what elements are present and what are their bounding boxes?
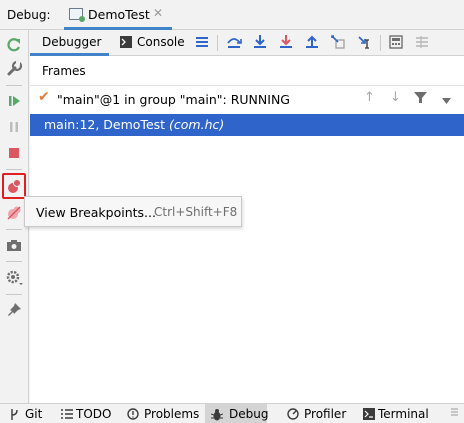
- tool-terminal[interactable]: Terminal: [361, 404, 437, 423]
- step-out-icon[interactable]: [304, 34, 320, 50]
- thread-running-icon: ✔: [38, 89, 50, 105]
- layout-icon[interactable]: [194, 34, 210, 50]
- arrow-down-icon[interactable]: ↓: [390, 90, 401, 105]
- resume-icon[interactable]: [3, 90, 25, 112]
- pin-icon[interactable]: [3, 299, 25, 321]
- bug-icon: [211, 409, 223, 421]
- thread-label: "main"@1 in group "main": RUNNING: [57, 92, 290, 107]
- thread-selector[interactable]: ✔ "main"@1 in group "main": RUNNING ↑ ↓: [30, 86, 464, 112]
- rerun-icon[interactable]: [3, 34, 25, 56]
- tool-window-bar: Git TODO Problems Debug Profiler Termina…: [0, 403, 464, 423]
- tab-demotest-label: DemoTest: [88, 7, 150, 22]
- chevron-down-icon[interactable]: [442, 93, 451, 108]
- force-step-into-icon[interactable]: [278, 34, 294, 50]
- drop-frame-icon[interactable]: [330, 34, 346, 50]
- mute-breakpoints-icon[interactable]: [3, 202, 25, 224]
- wrench-icon[interactable]: [3, 58, 25, 80]
- todo-list-icon: [61, 409, 73, 419]
- resize-grip-icon[interactable]: [450, 406, 459, 420]
- tool-debug[interactable]: Debug: [205, 404, 268, 423]
- frames-title: Frames: [42, 64, 86, 78]
- tab-debugger[interactable]: Debugger: [30, 30, 109, 56]
- settings-icon[interactable]: [3, 266, 25, 288]
- view-breakpoints-tooltip: View Breakpoints... Ctrl+Shift+F8: [24, 196, 242, 227]
- run-to-cursor-icon[interactable]: [356, 34, 372, 50]
- tab-console[interactable]: Console: [116, 30, 188, 56]
- pause-icon[interactable]: [3, 116, 25, 138]
- debug-label: Debug:: [7, 8, 51, 22]
- stack-frame-row[interactable]: main:12, DemoTest (com.hc): [30, 114, 464, 136]
- frame-location: main:12, DemoTest: [44, 117, 170, 132]
- stop-icon[interactable]: [3, 142, 25, 164]
- console-icon: [120, 36, 132, 48]
- tab-demotest[interactable]: DemoTest ✕: [64, 0, 172, 30]
- debug-title-bar: Debug: DemoTest ✕: [0, 0, 464, 30]
- tooltip-action-label: View Breakpoints...: [36, 205, 156, 220]
- tool-todo[interactable]: TODO: [54, 404, 116, 423]
- camera-icon[interactable]: [3, 234, 25, 256]
- close-icon[interactable]: ✕: [153, 6, 163, 20]
- frames-panel-header: Frames: [30, 56, 464, 86]
- evaluate-expression-icon[interactable]: [388, 34, 404, 50]
- step-over-icon[interactable]: [226, 34, 242, 50]
- problems-icon: [127, 408, 139, 420]
- tool-profiler[interactable]: Profiler: [284, 404, 350, 423]
- frame-package: (com.hc): [169, 117, 225, 132]
- step-into-icon[interactable]: [252, 34, 268, 50]
- filter-icon[interactable]: [414, 91, 427, 108]
- terminal-icon: [363, 408, 375, 420]
- tooltip-shortcut: Ctrl+Shift+F8: [154, 205, 238, 219]
- frames-panel: ✔ "main"@1 in group "main": RUNNING ↑ ↓ …: [30, 86, 464, 403]
- git-branch-icon: [11, 409, 18, 420]
- profiler-icon: [287, 408, 299, 420]
- arrow-up-icon[interactable]: ↑: [364, 90, 375, 105]
- trace-current-stream-icon[interactable]: [414, 34, 430, 50]
- debugger-toolbar: Debugger Console: [30, 30, 464, 56]
- view-breakpoints-button[interactable]: [2, 173, 26, 199]
- run-config-icon: [69, 8, 85, 22]
- tool-problems[interactable]: Problems: [122, 404, 202, 423]
- tool-git[interactable]: Git: [4, 404, 50, 423]
